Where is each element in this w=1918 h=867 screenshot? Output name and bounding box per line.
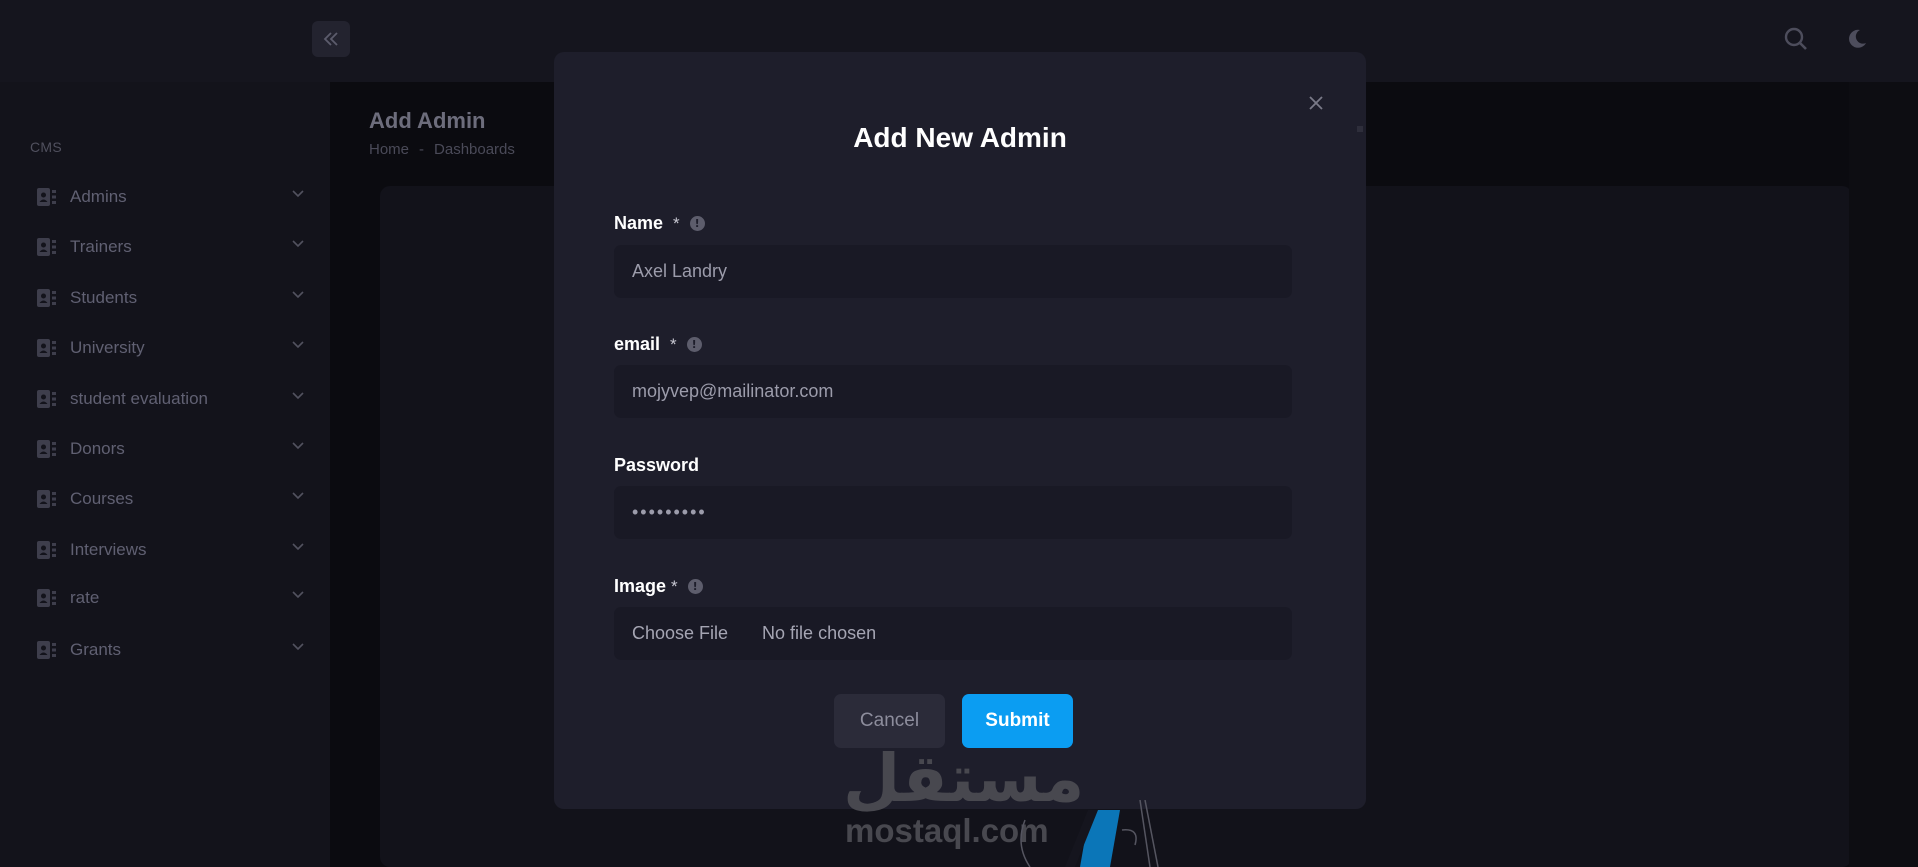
right-rail (1849, 82, 1918, 867)
contact-card-icon (36, 539, 58, 561)
chevron-down-icon (292, 392, 304, 400)
contact-card-icon (36, 287, 58, 309)
required-mark: * (673, 213, 680, 233)
sidebar-item-rate[interactable]: rate (36, 583, 304, 613)
breadcrumb: Home - Dashboards (369, 141, 515, 158)
contact-card-icon (36, 587, 58, 609)
password-value: ••••••••• (632, 502, 707, 522)
sidebar-toggle-button[interactable] (312, 21, 350, 57)
sidebar-item-label: Courses (70, 489, 134, 508)
double-chevron-left-icon (323, 32, 338, 46)
sidebar-item-grants[interactable]: Grants (36, 635, 304, 665)
contact-card-icon (36, 388, 58, 410)
email-label: email * ! (614, 334, 702, 355)
breadcrumb-home[interactable]: Home (369, 141, 409, 158)
chevron-down-icon (292, 291, 304, 299)
choose-file-button[interactable]: Choose File (632, 623, 728, 644)
chevron-down-icon (292, 190, 304, 198)
contact-card-icon (36, 438, 58, 460)
sidebar-section-label: CMS (30, 139, 63, 155)
search-icon (1784, 27, 1807, 50)
modal-close-button[interactable] (1303, 90, 1329, 116)
password-label-text: Password (614, 455, 700, 475)
contact-card-icon (36, 639, 58, 661)
contact-card-icon (36, 186, 58, 208)
theme-toggle-button[interactable] (1842, 24, 1872, 54)
sidebar-item-label: Interviews (70, 540, 147, 559)
sidebar-item-courses[interactable]: Courses (36, 484, 304, 514)
sidebar-item-label: Grants (70, 640, 122, 659)
app-root: CMS Admins Trainers Students University … (0, 0, 1918, 867)
add-admin-modal (554, 52, 1366, 809)
password-input[interactable]: ••••••••• (614, 486, 1292, 539)
chevron-down-icon (292, 543, 304, 551)
close-icon (1309, 96, 1323, 110)
email-input[interactable] (614, 365, 1292, 418)
required-mark: * (670, 334, 677, 354)
password-label: Password (614, 455, 699, 476)
page-title: Add Admin (369, 108, 486, 133)
chevron-down-icon (292, 341, 304, 349)
name-label-text: Name (614, 213, 664, 233)
breadcrumb-dashboards[interactable]: Dashboards (434, 141, 515, 158)
sidebar-item-trainers[interactable]: Trainers (36, 232, 304, 262)
watermark-logo-icon (1020, 800, 1159, 867)
chevron-down-icon (292, 492, 304, 500)
moon-icon (1849, 29, 1866, 48)
sidebar-item-label: Admins (70, 187, 127, 206)
info-icon[interactable]: ! (689, 216, 705, 231)
chevron-down-icon (292, 643, 304, 651)
sidebar-item-donors[interactable]: Donors (36, 434, 304, 464)
breadcrumb-separator: - (419, 141, 425, 158)
contact-card-icon (36, 488, 58, 510)
modal-title: Add New Admin (853, 122, 1067, 153)
name-label: Name * ! (614, 213, 705, 234)
chevron-down-icon (292, 442, 304, 450)
sidebar-item-label: rate (70, 588, 100, 607)
image-label: Image * ! (614, 576, 703, 597)
required-mark: * (671, 576, 678, 596)
info-icon[interactable]: ! (687, 579, 703, 594)
contact-card-icon (36, 236, 58, 258)
sidebar-item-label: Students (70, 288, 138, 307)
sidebar-item-label: student evaluation (70, 389, 208, 408)
sidebar-item-university[interactable]: University (36, 333, 304, 363)
chevron-down-icon (292, 240, 304, 248)
sidebar-item-admins[interactable]: Admins (36, 182, 304, 212)
contact-card-icon (36, 337, 58, 359)
sidebar-item-label: Donors (70, 439, 125, 458)
info-icon[interactable]: ! (686, 337, 702, 352)
name-input[interactable] (614, 245, 1292, 298)
sidebar-item-students[interactable]: Students (36, 283, 304, 313)
sidebar-item-student-evaluation[interactable]: student evaluation (36, 384, 304, 414)
image-label-text: Image (614, 576, 667, 596)
image-file-input[interactable]: Choose File No file chosen (614, 607, 1292, 660)
search-button[interactable] (1781, 24, 1811, 54)
chevron-down-icon (292, 591, 304, 599)
email-label-text: email (614, 334, 661, 354)
sidebar-item-interviews[interactable]: Interviews (36, 535, 304, 565)
sidebar-item-label: Trainers (70, 237, 132, 256)
sidebar-item-label: University (70, 338, 145, 357)
file-status: No file chosen (762, 623, 877, 643)
